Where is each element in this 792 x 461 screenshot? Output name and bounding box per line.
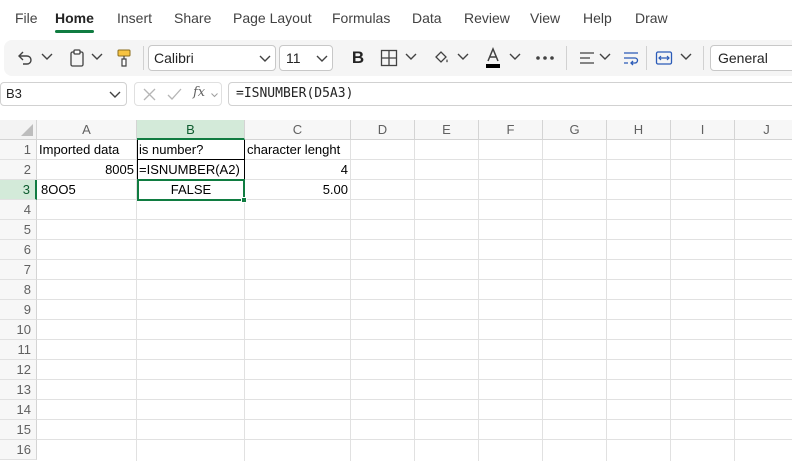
- paste-icon[interactable]: [66, 47, 88, 69]
- align-chevron-icon[interactable]: [598, 50, 612, 64]
- name-box-value: B3: [6, 86, 22, 101]
- font-color-chevron-icon[interactable]: [508, 50, 522, 64]
- row-header[interactable]: 13: [0, 380, 37, 400]
- menu-bar: File Home Insert Share Page Layout Formu…: [0, 0, 792, 36]
- number-format-value: General: [718, 50, 768, 66]
- active-cell-selection: [137, 179, 245, 201]
- borders-chevron-icon[interactable]: [404, 50, 418, 64]
- borders-icon[interactable]: [378, 47, 400, 69]
- row-header[interactable]: 11: [0, 340, 37, 360]
- enter-icon[interactable]: [167, 88, 182, 101]
- cell-c3[interactable]: 5.00: [245, 180, 351, 200]
- column-header-h[interactable]: H: [607, 120, 671, 140]
- font-name-value: Calibri: [154, 50, 194, 66]
- row-header[interactable]: 14: [0, 400, 37, 420]
- cell-c2[interactable]: 4: [245, 160, 351, 180]
- column-header-d[interactable]: D: [351, 120, 415, 140]
- insert-function-icon[interactable]: fx: [193, 85, 205, 100]
- name-box-chevron-icon: [109, 91, 121, 98]
- menu-draw[interactable]: Draw: [635, 10, 668, 26]
- number-format-dropdown[interactable]: General: [710, 45, 792, 71]
- fill-handle[interactable]: [241, 197, 247, 203]
- column-header-j[interactable]: J: [735, 120, 792, 140]
- select-all-icon: [21, 124, 33, 136]
- menu-view[interactable]: View: [530, 10, 560, 26]
- row-header[interactable]: 15: [0, 420, 37, 440]
- row-header[interactable]: 12: [0, 360, 37, 380]
- row-header[interactable]: 3: [0, 180, 37, 200]
- row-header[interactable]: 1: [0, 140, 37, 160]
- row-header[interactable]: 2: [0, 160, 37, 180]
- menu-page-layout[interactable]: Page Layout: [233, 10, 312, 26]
- cell-b2[interactable]: =ISNUMBER(A2): [137, 160, 245, 180]
- cell-b1[interactable]: is number?: [137, 140, 245, 160]
- menu-insert[interactable]: Insert: [117, 10, 152, 26]
- cell-c1[interactable]: character lenght: [245, 140, 351, 160]
- menu-help[interactable]: Help: [583, 10, 612, 26]
- paste-chevron-icon[interactable]: [90, 50, 104, 64]
- more-icon[interactable]: [533, 47, 557, 69]
- row-header[interactable]: 16: [0, 440, 37, 460]
- merge-chevron-icon[interactable]: [679, 50, 693, 64]
- row-header[interactable]: 7: [0, 260, 37, 280]
- fx-chevron-icon: [211, 93, 218, 98]
- cancel-icon[interactable]: [143, 88, 156, 101]
- bold-button[interactable]: B: [348, 47, 368, 69]
- column-header-a[interactable]: A: [37, 120, 137, 140]
- row-header[interactable]: 4: [0, 200, 37, 220]
- fill-color-icon[interactable]: [430, 47, 452, 69]
- undo-chevron-icon[interactable]: [40, 50, 54, 64]
- undo-icon[interactable]: [14, 47, 36, 69]
- row-header[interactable]: 8: [0, 280, 37, 300]
- active-tab-indicator: [55, 30, 94, 33]
- align-icon[interactable]: [576, 47, 598, 69]
- formula-value: =ISNUMBER(D5A3): [236, 86, 354, 101]
- font-size-dropdown[interactable]: 11: [279, 45, 333, 71]
- row-header[interactable]: 10: [0, 320, 37, 340]
- cell-a2[interactable]: 8005: [37, 160, 137, 180]
- column-header-g[interactable]: G: [543, 120, 607, 140]
- menu-review[interactable]: Review: [464, 10, 510, 26]
- column-header-c[interactable]: C: [245, 120, 351, 140]
- cell-a1[interactable]: Imported data: [37, 140, 137, 160]
- formula-input[interactable]: =ISNUMBER(D5A3): [228, 82, 792, 106]
- formula-buttons: fx: [134, 82, 222, 106]
- select-all-corner[interactable]: [0, 120, 37, 140]
- row-header[interactable]: 6: [0, 240, 37, 260]
- format-painter-icon[interactable]: [113, 47, 135, 69]
- column-header-i[interactable]: I: [671, 120, 735, 140]
- font-name-chevron-icon: [259, 55, 271, 62]
- column-header-e[interactable]: E: [415, 120, 479, 140]
- row-header[interactable]: 9: [0, 300, 37, 320]
- menu-data[interactable]: Data: [412, 10, 442, 26]
- row-header[interactable]: 5: [0, 220, 37, 240]
- wrap-text-icon[interactable]: [620, 47, 642, 69]
- font-name-dropdown[interactable]: Calibri: [148, 45, 276, 71]
- font-size-chevron-icon: [316, 55, 328, 62]
- cell-a3[interactable]: 8OO5: [37, 180, 137, 200]
- menu-home[interactable]: Home: [55, 10, 94, 26]
- menu-share[interactable]: Share: [174, 10, 211, 26]
- menu-formulas[interactable]: Formulas: [332, 10, 390, 26]
- font-color-icon[interactable]: [482, 46, 504, 70]
- column-header-f[interactable]: F: [479, 120, 543, 140]
- menu-file[interactable]: File: [15, 10, 38, 26]
- name-box[interactable]: B3: [0, 82, 127, 106]
- font-size-value: 11: [286, 50, 301, 66]
- column-header-b[interactable]: B: [137, 120, 245, 140]
- fill-color-chevron-icon[interactable]: [456, 50, 470, 64]
- merge-icon[interactable]: [653, 47, 675, 69]
